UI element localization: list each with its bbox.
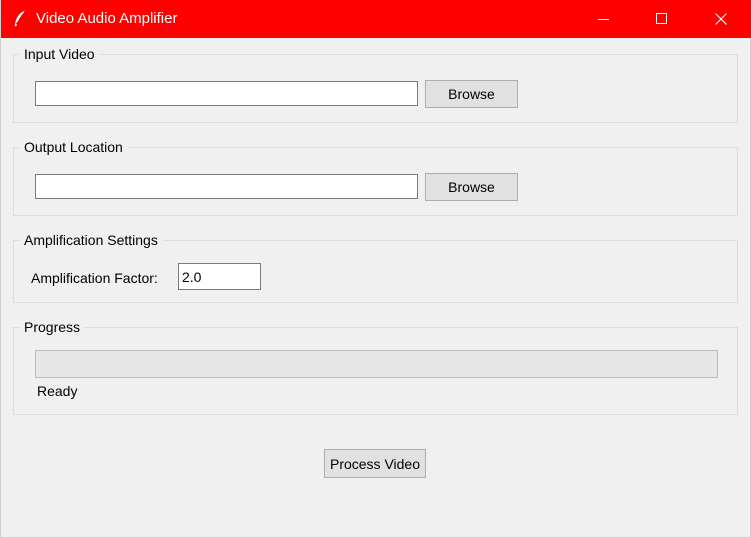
title-bar[interactable]: Video Audio Amplifier <box>1 0 751 38</box>
maximize-icon <box>656 13 667 24</box>
output-location-group: Output Location Browse <box>13 138 738 216</box>
input-video-path-field[interactable] <box>35 81 418 106</box>
amplification-settings-group-label: Amplification Settings <box>19 231 163 249</box>
minimize-icon <box>598 19 609 20</box>
minimize-button[interactable] <box>581 0 627 38</box>
progress-group: Progress Ready <box>13 318 738 415</box>
input-video-group-label: Input Video <box>19 45 100 63</box>
amplification-factor-field[interactable] <box>178 263 261 290</box>
amplification-factor-label: Amplification Factor: <box>31 270 158 286</box>
close-icon <box>715 13 727 25</box>
window-title: Video Audio Amplifier <box>36 10 178 27</box>
status-text: Ready <box>37 383 78 399</box>
amplification-settings-group: Amplification Settings Amplification Fac… <box>13 231 738 303</box>
progress-group-label: Progress <box>19 318 86 336</box>
close-button[interactable] <box>698 0 744 38</box>
maximize-button[interactable] <box>639 0 685 38</box>
feather-icon <box>13 10 27 28</box>
input-browse-button[interactable]: Browse <box>425 80 518 108</box>
input-video-group: Input Video Browse <box>13 45 738 123</box>
output-location-path-field[interactable] <box>35 174 418 199</box>
app-window: Video Audio Amplifier Input Video Browse… <box>0 0 751 538</box>
output-location-group-label: Output Location <box>19 138 128 156</box>
output-browse-button[interactable]: Browse <box>425 173 518 201</box>
progress-bar <box>35 350 718 378</box>
process-video-button[interactable]: Process Video <box>324 449 426 478</box>
